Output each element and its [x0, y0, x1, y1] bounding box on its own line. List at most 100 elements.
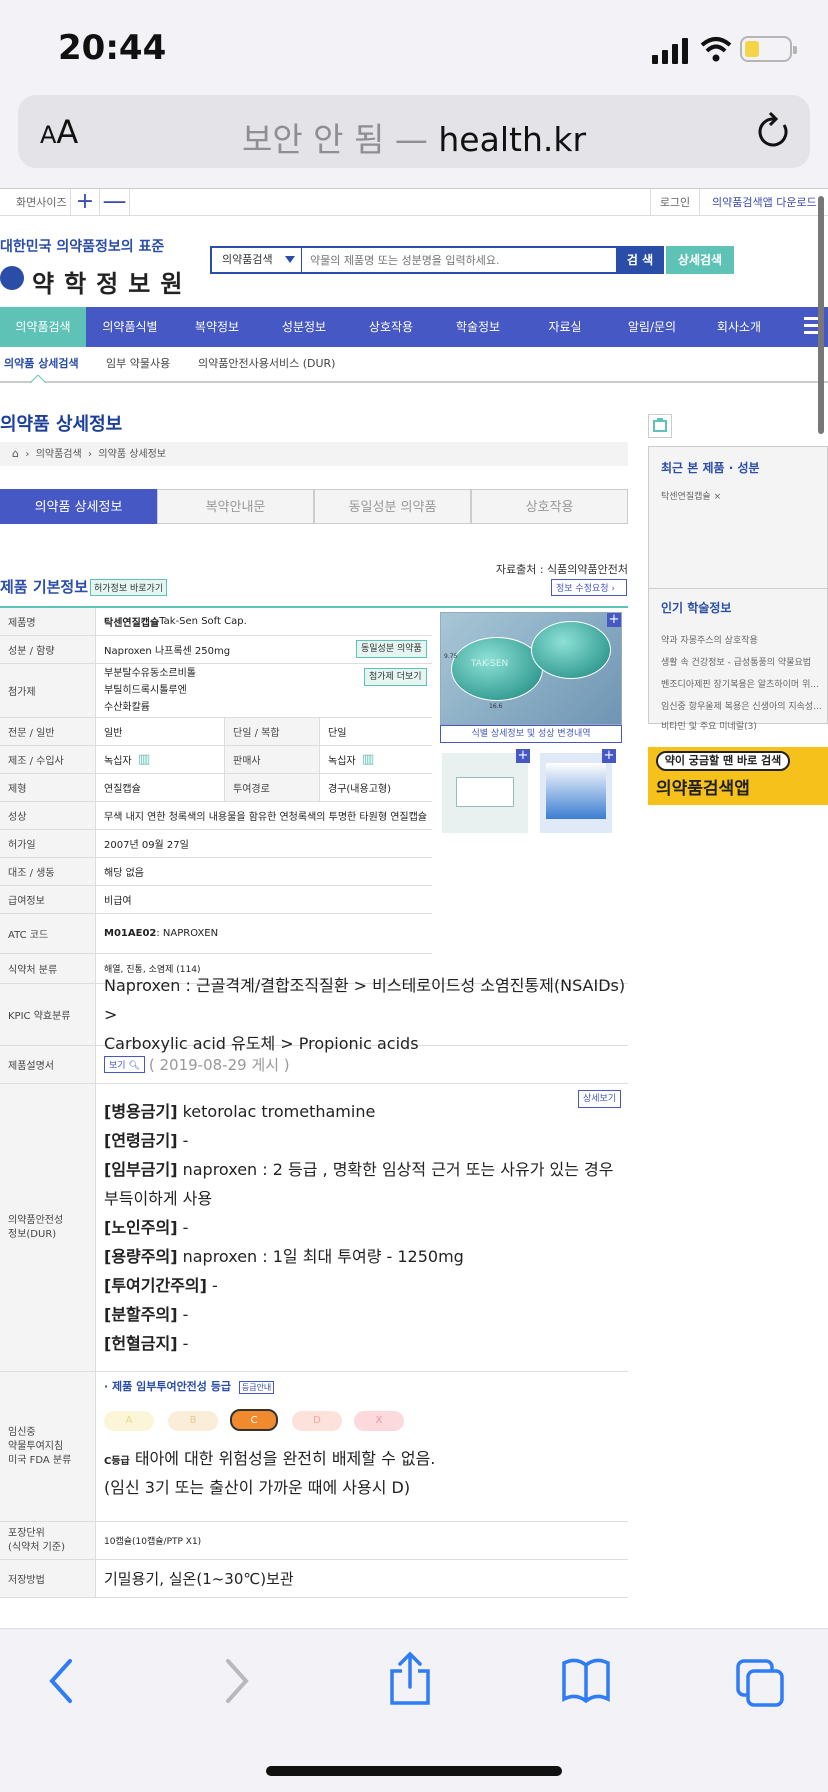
- nav-ingredient-info[interactable]: 성분정보: [260, 307, 348, 347]
- section-title: 제품 기본정보: [0, 578, 89, 596]
- search-input[interactable]: [304, 248, 620, 272]
- single-combo-value: 단일: [328, 728, 347, 739]
- insurance-value: 비급여: [104, 896, 132, 907]
- recent-item[interactable]: 탁센연질캡슐 ×: [661, 489, 721, 502]
- table-row: 저장방법 기밀용기, 실온(1~30℃)보관: [0, 1560, 628, 1598]
- table-row: 포장단위 (식약처 기준) 10캡슐(10캡슐/PTP X1): [0, 1522, 628, 1560]
- banner-title: 의약품검색앱: [656, 779, 750, 799]
- dur-line: [용량주의] naproxen : 1일 최대 투여량 - 1250mg: [104, 1247, 464, 1266]
- tab-medication-guide[interactable]: 복약안내문: [157, 489, 314, 524]
- table-row: 전문 / 일반 일반 단일 / 복합 단일: [0, 718, 432, 746]
- edit-request-button[interactable]: 정보 수정요청 ›: [551, 579, 627, 596]
- expand-icon[interactable]: +: [602, 749, 616, 763]
- browser-address-area: AA 보안 안 됨 — health.kr: [0, 95, 828, 188]
- tab-detail-info[interactable]: 의약품 상세정보: [0, 489, 157, 524]
- site-header: 대한민국 의약품정보의 표준 약학정보원 의약품검색 검 색 상세검색: [0, 216, 828, 306]
- nav-medication-info[interactable]: 복약정보: [174, 307, 260, 347]
- grade-a: A: [104, 1411, 154, 1431]
- app-banner[interactable]: 약이 궁금할 땐 바로 검색 의약품검색앱: [648, 747, 828, 805]
- address-bar[interactable]: AA 보안 안 됨 — health.kr: [18, 95, 810, 168]
- dur-line: [임부금기] naproxen : 2 등급 , 명확한 임상적 근거 또는 사…: [104, 1160, 614, 1179]
- site-logo[interactable]: 약학정보원: [0, 264, 192, 299]
- web-page: 화면사이즈 + — 로그인 의약품검색앱 다운로드 대한민국 의약품정보의 표준…: [0, 188, 828, 1628]
- share-icon[interactable]: [386, 1651, 434, 1707]
- breadcrumb-item[interactable]: 의약품 상세정보: [98, 449, 166, 460]
- forward-icon[interactable]: [218, 1657, 254, 1705]
- popular-item[interactable]: 생활 속 건강정보 - 급성통풍의 약물요법: [661, 655, 821, 668]
- dur-line: 부득이하게 사용: [104, 1189, 213, 1208]
- expand-icon[interactable]: +: [516, 749, 530, 763]
- back-icon[interactable]: [44, 1657, 80, 1705]
- nav-notice[interactable]: 알림/문의: [608, 307, 696, 347]
- professional-value: 일반: [104, 728, 123, 739]
- grade-b: B: [168, 1411, 218, 1431]
- same-ingredient-button[interactable]: 동일성분 의약품: [356, 640, 427, 658]
- tabs-icon[interactable]: [734, 1657, 786, 1707]
- home-indicator: [266, 1766, 562, 1776]
- row-label: 투여경로: [224, 774, 320, 801]
- permit-info-button[interactable]: 허가정보 바로가기: [90, 579, 168, 596]
- dur-line: [분할주의] -: [104, 1305, 189, 1324]
- app-download-link[interactable]: 의약품검색앱 다운로드: [712, 189, 817, 216]
- row-label: 단일 / 복합: [224, 718, 320, 745]
- dur-line: [노인주의] -: [104, 1218, 189, 1237]
- row-label: 대조 / 생동: [0, 858, 96, 885]
- row-label: 의약품안전성 정보(DUR): [0, 1084, 96, 1371]
- breadcrumb-item[interactable]: 의약품검색: [36, 449, 82, 460]
- tab-same-ingredient[interactable]: 동일성분 의약품: [314, 489, 471, 524]
- popular-item[interactable]: 임신중 항우울제 복용은 신생아의 지속성...: [661, 699, 821, 712]
- nav-academic-info[interactable]: 학술정보: [434, 307, 522, 347]
- building-icon[interactable]: ▥: [138, 752, 150, 767]
- wifi-icon: [700, 37, 732, 62]
- screen-size-label: 화면사이즈: [16, 196, 67, 209]
- search-type-select[interactable]: 의약품검색: [212, 248, 302, 272]
- permit-date-value: 2007년 09월 27일: [104, 840, 189, 851]
- building-icon[interactable]: ▥: [362, 752, 374, 767]
- detail-tabs: 의약품 상세정보 복약안내문 동일성분 의약품 상호작용: [0, 489, 628, 524]
- login-link[interactable]: 로그인: [650, 189, 700, 216]
- leaflet-value: 보기 🔍︎ ( 2019-08-29 게시 ): [104, 1046, 290, 1083]
- tab-interactions[interactable]: 상호작용: [471, 489, 628, 524]
- nav-drug-search[interactable]: 의약품검색: [0, 307, 86, 347]
- print-icon[interactable]: [648, 414, 672, 438]
- zoom-out-button[interactable]: —: [100, 189, 130, 216]
- more-additives-button[interactable]: 첨가제 더보기: [364, 668, 427, 686]
- additives-list: 부분탈수유동소르비톨 부틸히드록시톨루엔 수산화칼륨: [104, 668, 196, 713]
- form-value: 연질캡슐: [104, 784, 141, 795]
- pill-detail-link[interactable]: 식별 상세정보 및 성상 변경내역: [440, 725, 622, 743]
- zoom-in-button[interactable]: +: [70, 189, 100, 216]
- popular-item[interactable]: 벤조디아제핀 장기복용은 알츠하이머 위...: [661, 677, 821, 690]
- banner-tagline: 약이 궁금할 땐 바로 검색: [656, 751, 790, 771]
- row-label: 포장단위 (식약처 기준): [0, 1522, 96, 1559]
- scrollbar[interactable]: [818, 196, 824, 434]
- pill-image[interactable]: TAK-SEN 9.75 16.6 +: [440, 612, 622, 725]
- subnav-pregnancy-use[interactable]: 임부 약물사용: [106, 347, 170, 381]
- expand-icon[interactable]: +: [607, 613, 621, 627]
- url-text[interactable]: 보안 안 됨 — health.kr: [18, 113, 810, 161]
- nav-drug-identify[interactable]: 의약품식별: [86, 307, 174, 347]
- nav-company[interactable]: 회사소개: [696, 307, 782, 347]
- close-icon[interactable]: ×: [714, 492, 722, 502]
- reload-icon[interactable]: [756, 111, 792, 151]
- package-image[interactable]: +: [442, 749, 530, 833]
- pill-height-label: 9.75: [444, 653, 458, 660]
- search-button[interactable]: 검 색: [616, 246, 664, 274]
- row-label: 성분 / 함량: [0, 636, 96, 663]
- bookmarks-icon[interactable]: [560, 1657, 612, 1705]
- dur-info: [병용금기] ketorolac tromethamine [연령금기] - […: [104, 1084, 613, 1371]
- box-image[interactable]: +: [540, 749, 616, 833]
- dur-line: [투여기간주의] -: [104, 1276, 218, 1295]
- grade-guide-button[interactable]: 등급안내: [238, 1381, 275, 1394]
- popular-item[interactable]: 비타민 및 주요 미네랄(3): [661, 719, 821, 732]
- table-row: KPIC 약효분류 Naproxen : 근골격계/결합조직질환 > 비스테로이…: [0, 976, 628, 1053]
- product-name: 탁센연질캡슐 Tak-Sen Soft Cap.: [104, 616, 247, 629]
- subnav-dur[interactable]: 의약품안전사용서비스 (DUR): [198, 347, 335, 381]
- active-pointer-icon: [30, 375, 46, 383]
- leaflet-view-button[interactable]: 보기 🔍︎: [104, 1056, 145, 1073]
- ingredient-value: Naproxen 나프록센 250mg: [104, 646, 231, 657]
- popular-item[interactable]: 약과 자몽주스의 상호작용: [661, 633, 821, 646]
- advanced-search-button[interactable]: 상세검색: [666, 246, 734, 274]
- nav-interactions[interactable]: 상호작용: [348, 307, 434, 347]
- home-icon[interactable]: ⌂: [12, 447, 19, 460]
- nav-library[interactable]: 자료실: [522, 307, 608, 347]
